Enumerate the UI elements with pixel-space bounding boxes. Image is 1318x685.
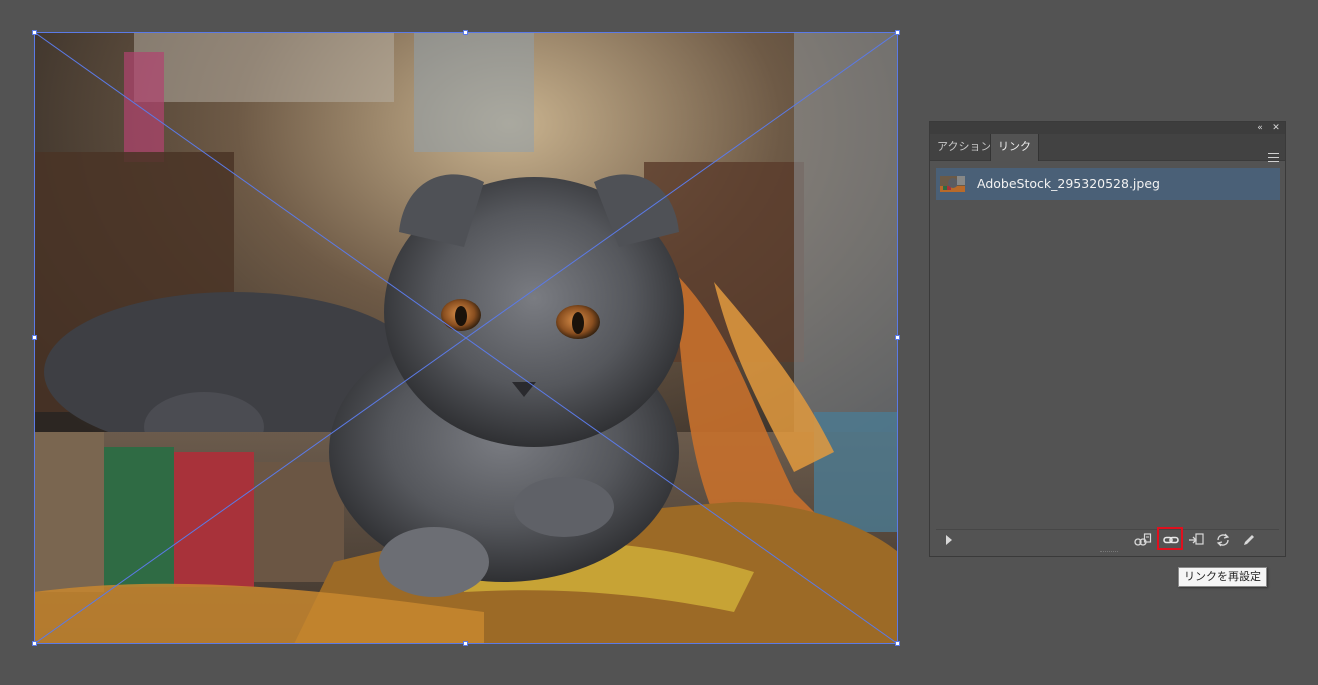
- tab-actions[interactable]: アクション: [930, 134, 998, 160]
- panel-resize-grip[interactable]: [1100, 551, 1118, 556]
- relink-tooltip: リンクを再設定: [1178, 567, 1267, 587]
- relink-highlight-box: [1157, 527, 1183, 550]
- edit-original-icon[interactable]: [1239, 531, 1259, 549]
- resize-handle-top-right[interactable]: [895, 30, 900, 35]
- resize-handle-left[interactable]: [32, 335, 37, 340]
- kitten-photo: [34, 32, 898, 644]
- show-link-info-triangle-icon[interactable]: [946, 535, 952, 545]
- placed-image[interactable]: [34, 32, 898, 644]
- resize-handle-top-left[interactable]: [32, 30, 37, 35]
- resize-handle-right[interactable]: [895, 335, 900, 340]
- close-icon[interactable]: ✕: [1269, 122, 1283, 134]
- link-list-item[interactable]: AdobeStock_295320528.jpeg: [936, 168, 1280, 200]
- link-thumbnail: [940, 176, 965, 192]
- update-link-icon[interactable]: [1213, 531, 1233, 549]
- links-list: AdobeStock_295320528.jpeg: [936, 168, 1280, 528]
- resize-handle-bottom-right[interactable]: [895, 641, 900, 646]
- panel-tab-bar: アクション リンク: [930, 134, 1285, 162]
- resize-handle-top[interactable]: [463, 30, 468, 35]
- panel-footer: [936, 529, 1279, 551]
- resize-handle-bottom[interactable]: [463, 641, 468, 646]
- panel-menu-icon[interactable]: [1268, 153, 1279, 162]
- tab-links[interactable]: リンク: [990, 134, 1039, 161]
- links-panel: « ✕ アクション リンク AdobeStock_295320528.jpeg: [929, 121, 1286, 557]
- go-to-link-icon[interactable]: [1187, 531, 1207, 549]
- cc-library-link-icon[interactable]: [1133, 531, 1153, 549]
- resize-handle-bottom-left[interactable]: [32, 641, 37, 646]
- panel-titlebar[interactable]: « ✕: [930, 122, 1285, 134]
- link-filename: AdobeStock_295320528.jpeg: [977, 176, 1160, 191]
- double-chevron-left-icon[interactable]: «: [1253, 122, 1267, 134]
